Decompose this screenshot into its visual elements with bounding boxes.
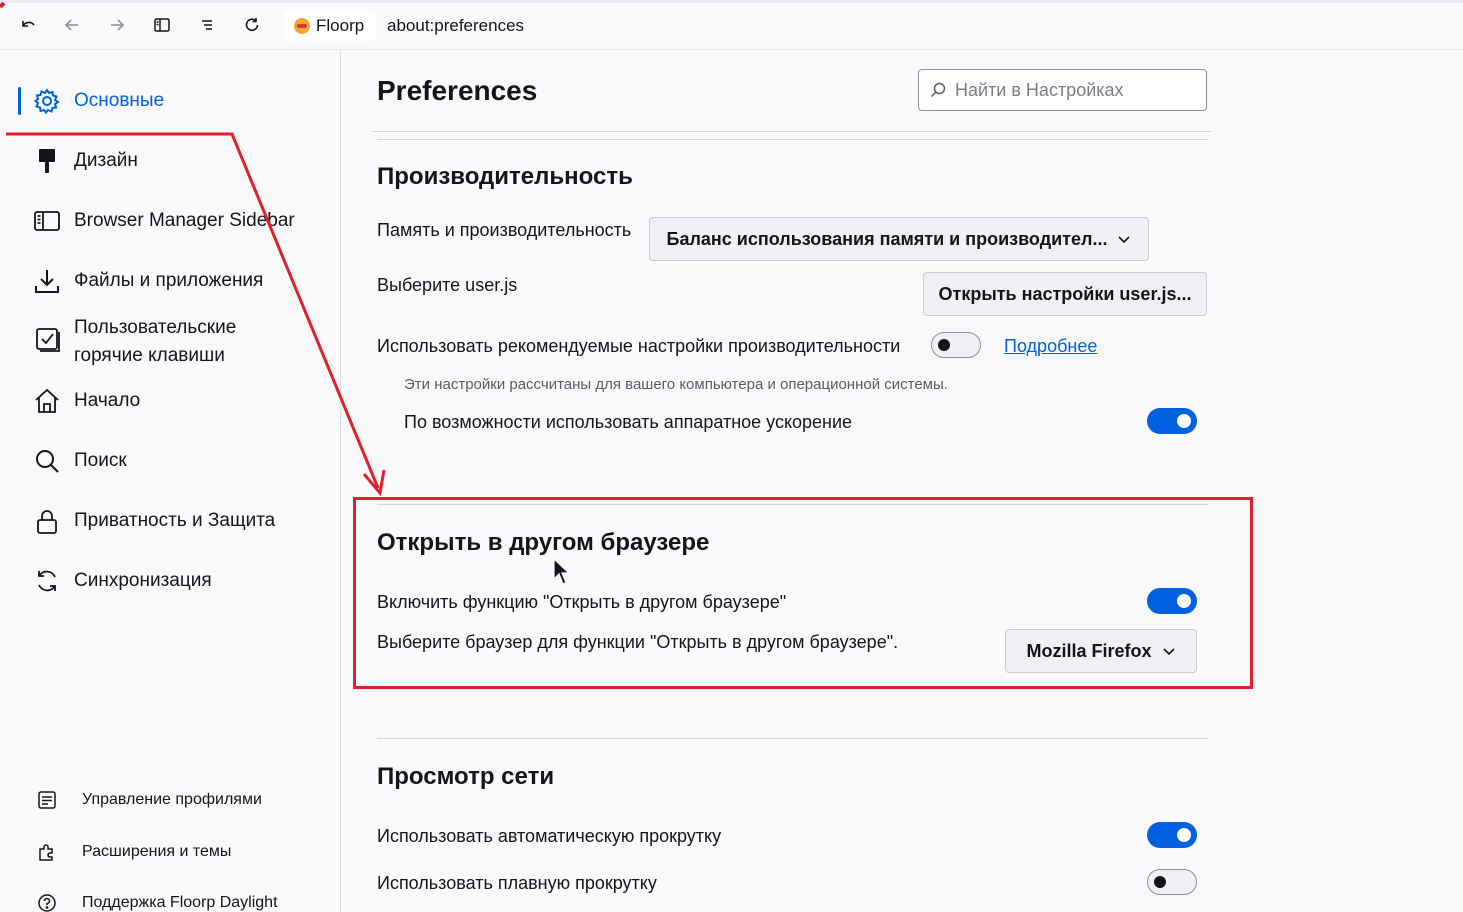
sidebar-item-label: Browser Manager Sidebar xyxy=(74,210,295,231)
hw-accel-toggle[interactable] xyxy=(1147,408,1197,434)
autoscroll-toggle[interactable] xyxy=(1147,822,1197,848)
sidebar-item-label: Начало xyxy=(74,390,141,411)
smooth-scroll-toggle[interactable] xyxy=(1147,869,1197,895)
sidebar-item-label: Синхронизация xyxy=(74,570,212,591)
recommended-settings-toggle[interactable] xyxy=(931,332,981,358)
sidebar-toggle-icon[interactable] xyxy=(149,12,175,38)
hw-accel-label: По возможности использовать аппаратное у… xyxy=(404,412,853,432)
checkbox-icon xyxy=(32,324,62,354)
learn-more-link[interactable]: Подробнее xyxy=(1004,336,1097,357)
sidebar-item-label: Основные xyxy=(74,90,165,111)
sidebar-item-design[interactable]: Дизайн xyxy=(32,146,138,176)
sidebar-item-label: Поиск xyxy=(74,450,127,471)
sidebar-item-label-line2: горячие клавиши xyxy=(74,345,225,366)
sidebar-footer-extensions[interactable]: Расширения и темы xyxy=(36,841,231,863)
undo-icon[interactable] xyxy=(15,12,41,38)
forward-arrow-icon[interactable] xyxy=(104,12,130,38)
preferences-content: Preferences Производительность Память и … xyxy=(342,51,1463,912)
sidebar-icon xyxy=(32,206,62,236)
home-icon xyxy=(32,386,62,416)
annotation-highlight-box xyxy=(353,497,1253,689)
url-bar[interactable]: about:preferences xyxy=(387,16,524,36)
sidebar-item-files-apps[interactable]: Файлы и приложения xyxy=(32,266,263,296)
mouse-cursor-icon xyxy=(553,558,571,585)
active-category-indicator xyxy=(18,87,21,115)
sidebar-footer-profiles[interactable]: Управление профилями xyxy=(36,789,262,811)
smooth-scroll-label: Использовать плавную прокрутку xyxy=(377,873,657,893)
memory-label: Память и производительность xyxy=(377,220,632,240)
lock-icon xyxy=(32,506,62,536)
site-identity-button[interactable]: Floorp xyxy=(284,11,376,41)
search-icon xyxy=(32,446,62,476)
list-icon[interactable] xyxy=(194,12,220,38)
gear-icon xyxy=(32,86,62,116)
floorp-logo-icon xyxy=(294,18,310,34)
puzzle-icon xyxy=(36,841,58,863)
autoscroll-label: Использовать автоматическую прокрутку xyxy=(377,826,722,846)
userjs-label: Выберите user.js xyxy=(377,275,518,295)
paintbrush-icon xyxy=(32,146,62,176)
performance-hint: Эти настройки рассчитаны для вашего комп… xyxy=(404,376,948,393)
section-title-performance: Производительность xyxy=(377,163,633,190)
sidebar-item-home[interactable]: Начало xyxy=(32,386,140,416)
identity-label: Floorp xyxy=(316,16,365,35)
sidebar-item-general[interactable]: Основные xyxy=(32,86,164,116)
sync-icon xyxy=(32,566,62,596)
preferences-sidebar: Основные Дизайн Browser Manager Sidebar … xyxy=(0,51,341,912)
sidebar-item-label: Файлы и приложения xyxy=(74,270,264,291)
chevron-down-icon xyxy=(1118,236,1131,244)
browser-toolbar: Floorp about:preferences xyxy=(0,0,1463,50)
memory-dropdown-value: Баланс использования памяти и производит… xyxy=(666,228,1108,249)
profile-icon xyxy=(36,789,58,811)
search-input[interactable] xyxy=(955,79,1195,101)
sidebar-item-browser-manager-sidebar[interactable]: Browser Manager Sidebar xyxy=(32,206,295,236)
sidebar-item-label: Приватность и Защита xyxy=(74,510,276,531)
preferences-search-box[interactable] xyxy=(918,69,1207,111)
sidebar-item-search[interactable]: Поиск xyxy=(32,446,127,476)
help-icon xyxy=(36,892,58,912)
recommended-settings-label: Использовать рекомендуемые настройки про… xyxy=(377,336,901,356)
page-title: Preferences xyxy=(377,75,538,106)
sidebar-item-hotkeys[interactable]: Пользовательские горячие клавиши xyxy=(32,314,236,370)
header-divider xyxy=(372,131,1211,132)
sidebar-item-label-line1: Пользовательские xyxy=(74,317,237,338)
footer-item-label: Расширения и темы xyxy=(82,843,232,860)
reload-icon[interactable] xyxy=(239,12,265,38)
section-divider xyxy=(377,139,1208,140)
memory-dropdown[interactable]: Баланс использования памяти и производит… xyxy=(649,217,1149,261)
sidebar-item-label: Дизайн xyxy=(74,150,138,171)
back-arrow-icon[interactable] xyxy=(59,12,85,38)
footer-item-label: Поддержка Floorp Daylight xyxy=(82,894,278,911)
download-icon xyxy=(32,266,62,296)
footer-item-label: Управление профилями xyxy=(82,791,262,808)
sidebar-item-sync[interactable]: Синхронизация xyxy=(32,566,212,596)
tab-strip-edge xyxy=(0,0,1463,3)
open-userjs-button[interactable]: Открыть настройки user.js... xyxy=(923,272,1207,316)
section-title-browsing: Просмотр сети xyxy=(377,763,555,790)
section-divider xyxy=(377,738,1208,739)
search-icon xyxy=(930,82,946,98)
sidebar-item-privacy[interactable]: Приватность и Защита xyxy=(32,506,275,536)
sidebar-footer-support[interactable]: Поддержка Floorp Daylight xyxy=(36,892,278,912)
